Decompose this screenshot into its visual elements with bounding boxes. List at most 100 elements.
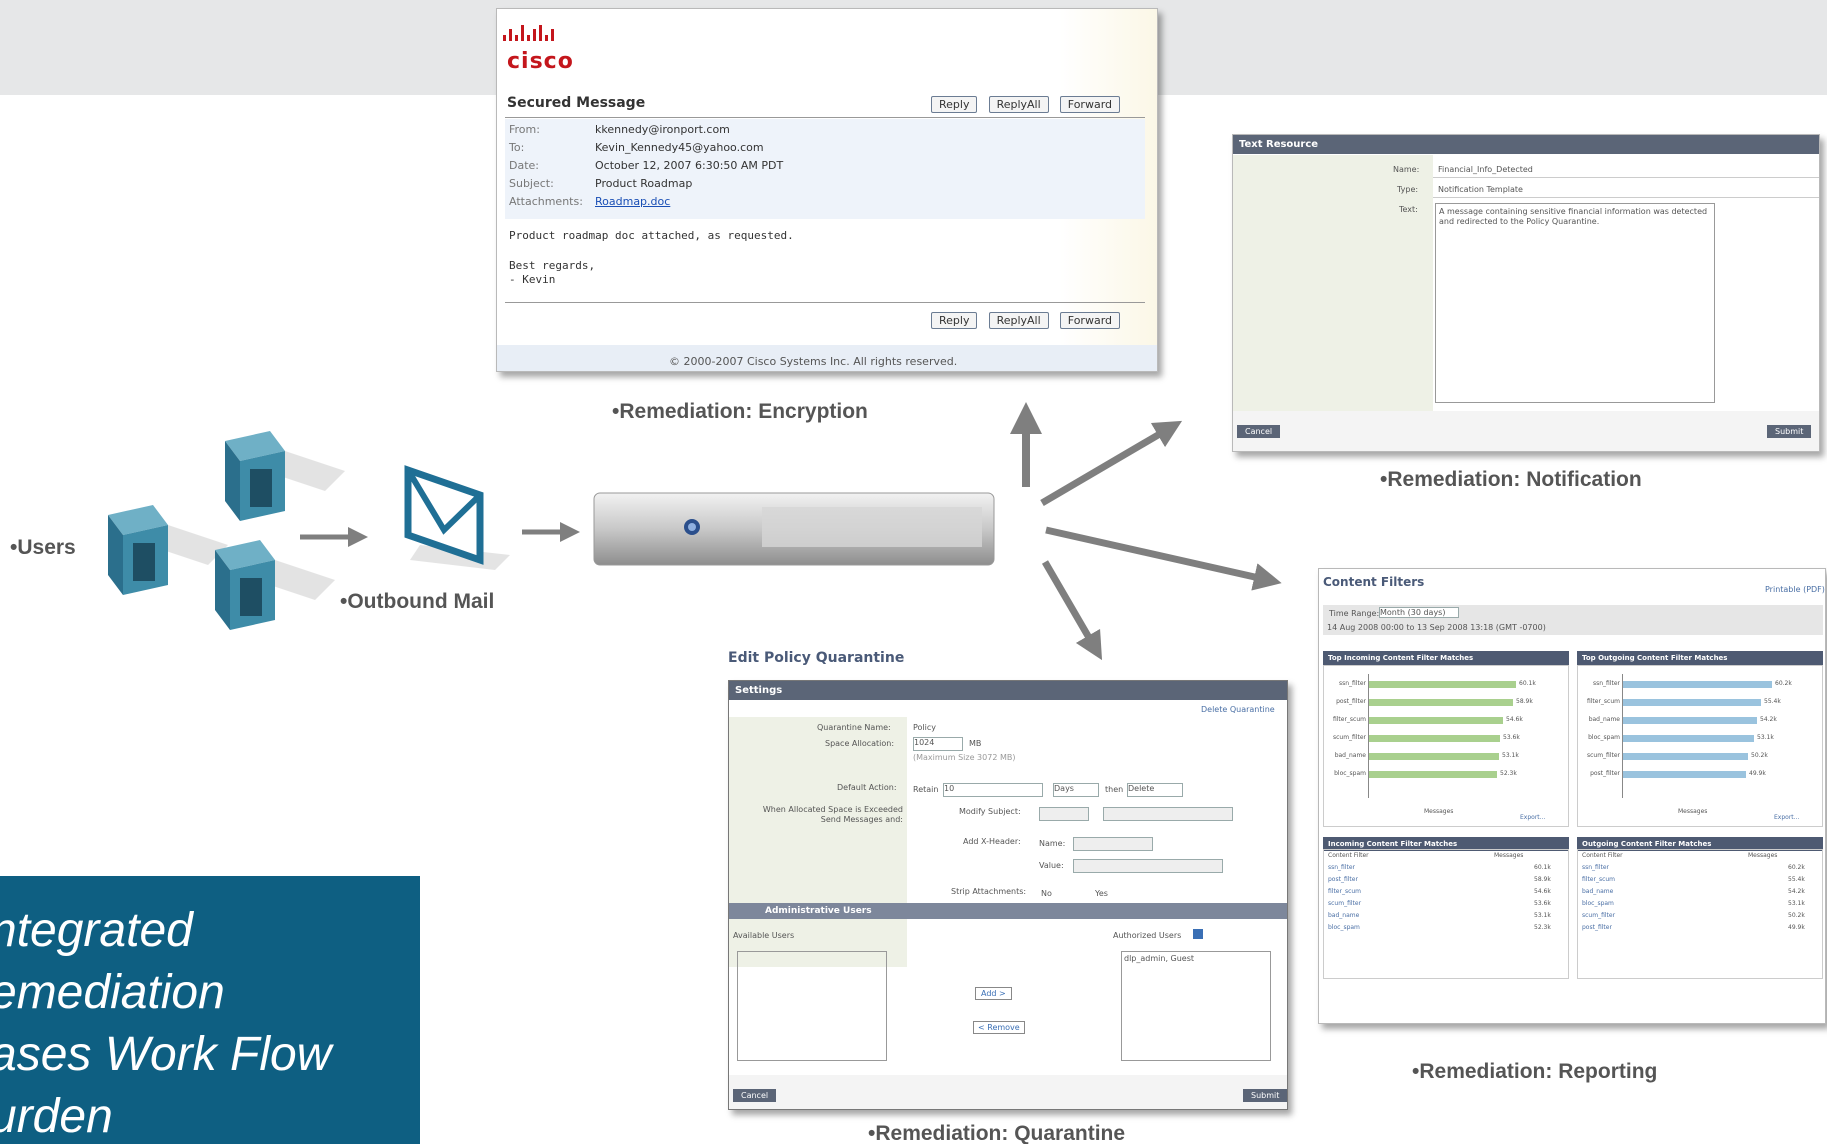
reply-button[interactable]: Reply	[931, 96, 978, 113]
incoming-table-row-value: 53.1k	[1534, 912, 1551, 919]
incoming-chart: Messages Export... ssn_filter 60.1k post_f…	[1323, 665, 1569, 827]
header-value-input[interactable]	[1073, 859, 1223, 873]
text-label: Text:	[1399, 205, 1418, 214]
cancel-button[interactable]: Cancel	[1237, 425, 1281, 438]
incoming-col-filter: Content Filter	[1328, 852, 1369, 859]
reply-all-button[interactable]: ReplyAll	[988, 96, 1049, 113]
cisco-logo-text: cisco	[507, 49, 574, 74]
notification-screenshot: Text Resource Name: Financial_Info_Detec…	[1232, 134, 1820, 452]
notification-caption: •Remediation: Notification	[1380, 468, 1642, 491]
exceeded-label: When Allocated Space is Exceeded Send Me…	[762, 805, 903, 824]
incoming-table-row-name[interactable]: filter_scum	[1328, 888, 1361, 895]
outgoing-bar-value: 55.4k	[1764, 698, 1781, 705]
incoming-table-row-name[interactable]: scum_filter	[1328, 900, 1361, 907]
space-unit: MB	[969, 739, 982, 748]
type-label: Type:	[1397, 185, 1419, 194]
space-input[interactable]: 1024	[913, 737, 963, 751]
outgoing-bar-value: 50.2k	[1751, 752, 1768, 759]
strip-no-radio[interactable]: No	[1041, 889, 1052, 898]
reply-all-button-bottom[interactable]: ReplyAll	[988, 312, 1049, 329]
from-label: From:	[509, 123, 540, 136]
time-range-select[interactable]: Month (30 days)	[1379, 607, 1459, 618]
space-label: Space Allocation:	[825, 739, 895, 748]
forward-button[interactable]: Forward	[1059, 96, 1121, 113]
incoming-table-row-name[interactable]: bad_name	[1328, 912, 1359, 919]
outgoing-export-link[interactable]: Export...	[1774, 814, 1799, 821]
days-select[interactable]: Days	[1053, 783, 1099, 797]
outgoing-table-row-name[interactable]: post_filter	[1582, 924, 1612, 931]
callout-line-1: ntegrated	[0, 904, 193, 957]
outgoing-bar-value: 54.2k	[1760, 716, 1777, 723]
outgoing-bar	[1623, 771, 1746, 778]
outgoing-table-row-name[interactable]: bad_name	[1582, 888, 1613, 895]
help-icon[interactable]	[1193, 929, 1203, 939]
outgoing-bar	[1623, 753, 1748, 760]
appliance-icon	[593, 492, 995, 566]
incoming-bar	[1369, 717, 1503, 724]
incoming-table-row-value: 54.6k	[1534, 888, 1551, 895]
quarantine-cancel-button[interactable]: Cancel	[733, 1089, 777, 1102]
outgoing-bar	[1623, 717, 1757, 724]
space-hint: (Maximum Size 3072 MB)	[913, 753, 1016, 762]
outgoing-table: Content Filter Messages ssn_filter 60.2k f…	[1577, 849, 1823, 979]
modify-subject-input[interactable]	[1103, 807, 1233, 821]
strip-yes-radio[interactable]: Yes	[1095, 889, 1108, 898]
printable-link[interactable]: Printable (PDF)	[1765, 585, 1825, 594]
copyright-footer: © 2000-2007 Cisco Systems Inc. All right…	[669, 355, 958, 368]
outgoing-table-row-value: 50.2k	[1788, 912, 1805, 919]
outgoing-table-row-name[interactable]: scum_filter	[1582, 912, 1615, 919]
secured-message-title: Secured Message	[507, 95, 646, 111]
slide: •Users •Outbound Mail cisco Secured Mess…	[0, 0, 1827, 1144]
authorized-users-list[interactable]: dlp_admin, Guest	[1121, 951, 1271, 1061]
encryption-caption: •Remediation: Encryption	[612, 400, 868, 423]
remove-user-button[interactable]: < Remove	[973, 1021, 1025, 1034]
top-button-row: Reply ReplyAll Forward	[925, 93, 1121, 113]
incoming-axis-label: Messages	[1424, 808, 1454, 815]
subject-label: Subject:	[509, 177, 554, 190]
message-body: Product roadmap doc attached, as request…	[509, 229, 794, 242]
delete-quarantine-link[interactable]: Delete Quarantine	[1201, 705, 1275, 714]
outgoing-table-row-name[interactable]: bloc_spam	[1582, 900, 1614, 907]
incoming-table-row-name[interactable]: post_filter	[1328, 876, 1358, 883]
callout-line-2: emediation	[0, 966, 225, 1019]
incoming-export-link[interactable]: Export...	[1520, 814, 1545, 821]
attachment-link[interactable]: Roadmap.doc	[595, 195, 670, 208]
incoming-bar	[1369, 699, 1513, 706]
outgoing-table-row-name[interactable]: ssn_filter	[1582, 864, 1609, 871]
available-users-list[interactable]	[737, 951, 887, 1061]
header-name-input[interactable]	[1073, 837, 1153, 851]
incoming-bar-value: 52.3k	[1500, 770, 1517, 777]
callout-text: ntegrated emediation ases Work Flow urde…	[0, 900, 331, 1144]
incoming-table-row-value: 58.9k	[1534, 876, 1551, 883]
retain-label: Retain	[913, 785, 939, 794]
delete-select[interactable]: Delete	[1127, 783, 1183, 797]
date-label: Date:	[509, 159, 539, 172]
outgoing-col-messages: Messages	[1748, 852, 1778, 859]
quarantine-submit-button[interactable]: Submit	[1243, 1089, 1287, 1102]
text-area[interactable]: A message containing sensitive financial…	[1435, 203, 1715, 403]
header-fields: From: kkennedy@ironport.com To: Kevin_Ke…	[505, 119, 1145, 219]
outgoing-table-row-value: 60.2k	[1788, 864, 1805, 871]
reporting-caption: •Remediation: Reporting	[1412, 1060, 1658, 1083]
name-label: Name:	[1393, 165, 1420, 174]
quarantine-caption: •Remediation: Quarantine	[868, 1122, 1126, 1144]
header-value-label: Value:	[1039, 861, 1064, 870]
outgoing-bar-label: ssn_filter	[1592, 680, 1620, 687]
outgoing-table-row-value: 55.4k	[1788, 876, 1805, 883]
reply-button-bottom[interactable]: Reply	[931, 312, 978, 329]
incoming-bar-label: ssn_filter	[1338, 680, 1366, 687]
bottom-button-row: Reply ReplyAll Forward	[925, 309, 1121, 329]
modify-subject-select[interactable]	[1039, 807, 1089, 821]
add-user-button[interactable]: Add >	[975, 987, 1012, 1000]
forward-button-bottom[interactable]: Forward	[1059, 312, 1121, 329]
outgoing-bar	[1623, 699, 1761, 706]
incoming-table-row-name[interactable]: bloc_spam	[1328, 924, 1360, 931]
incoming-table-row-value: 60.1k	[1534, 864, 1551, 871]
incoming-bar-label: filter_scum	[1332, 716, 1366, 723]
incoming-table-row-name[interactable]: ssn_filter	[1328, 864, 1355, 871]
retain-input[interactable]: 10	[943, 783, 1043, 797]
quarantine-title: Edit Policy Quarantine	[728, 650, 905, 666]
incoming-bar	[1369, 753, 1499, 760]
outgoing-table-row-name[interactable]: filter_scum	[1582, 876, 1615, 883]
submit-button[interactable]: Submit	[1767, 425, 1812, 438]
